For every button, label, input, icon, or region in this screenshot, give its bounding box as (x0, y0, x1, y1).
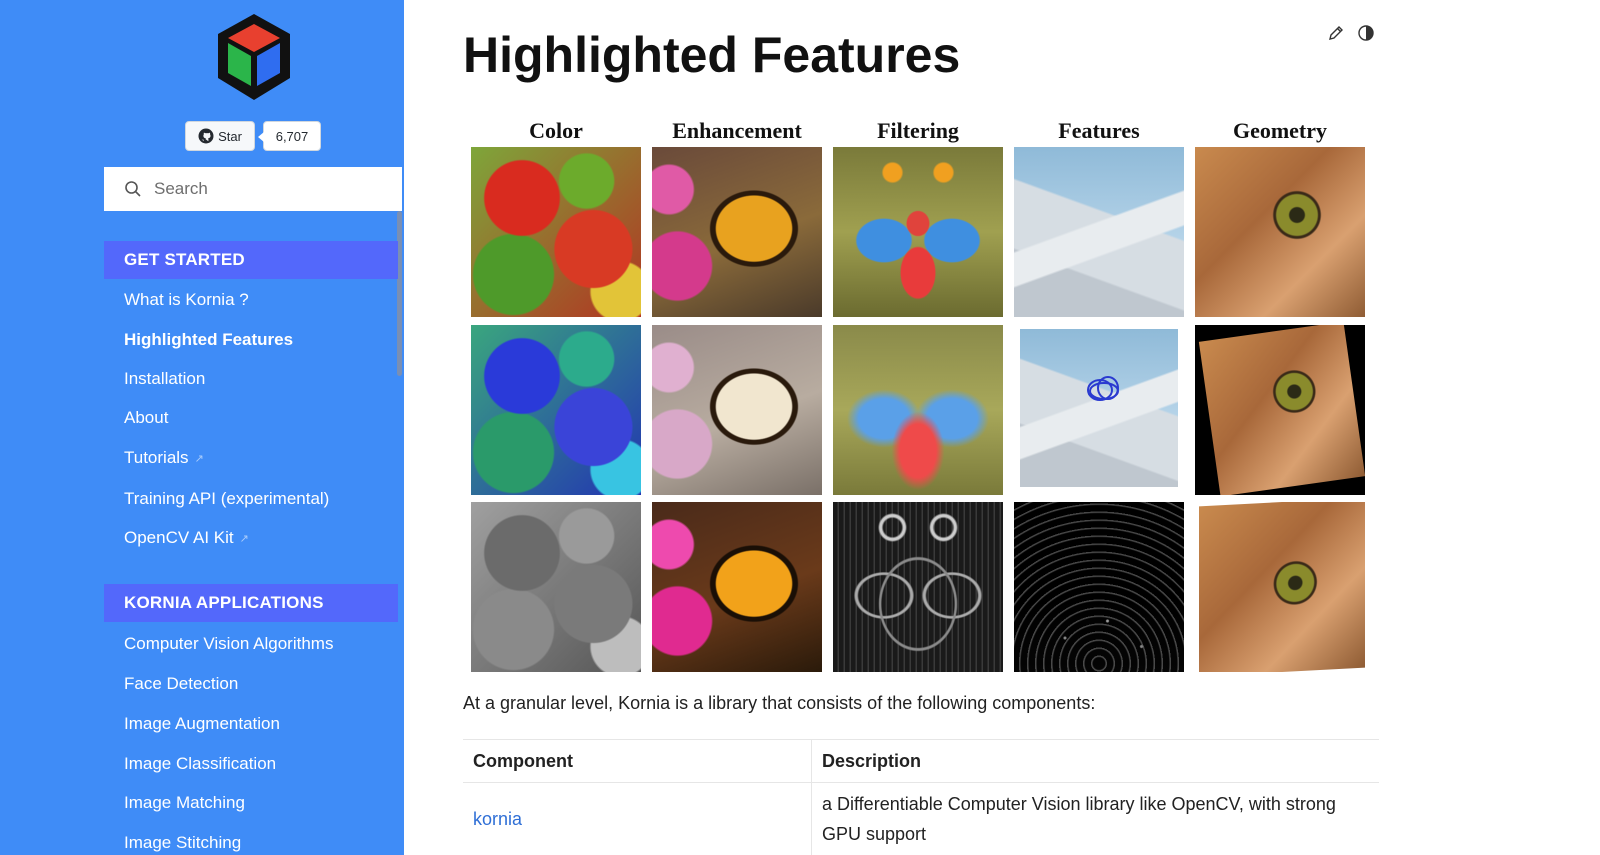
sidebar-item-label: What is Kornia ? (124, 290, 249, 309)
sidebar-item-label: OpenCV AI Kit (124, 528, 234, 547)
sidebar-item-face-detection[interactable]: Face Detection (124, 674, 238, 694)
sidebar: Star 6,707 GET STARTED What is Kornia ? … (0, 0, 404, 855)
sidebar-item-label: Image Matching (124, 793, 245, 812)
sidebar-item-label: Image Stitching (124, 833, 242, 852)
grid-header-filtering: Filtering (877, 118, 959, 143)
github-star-label: Star (218, 128, 242, 144)
table-cell-description: a Differentiable Computer Vision library… (822, 794, 1336, 844)
sidebar-item-computer-vision-algorithms[interactable]: Computer Vision Algorithms (124, 634, 333, 654)
grid-header-geometry: Geometry (1232, 118, 1328, 143)
sidebar-scrollbar[interactable] (397, 211, 402, 376)
sidebar-item-what-is-kornia[interactable]: What is Kornia ? (124, 290, 249, 310)
github-star-button[interactable]: Star (185, 121, 255, 151)
theme-toggle-icon[interactable] (1357, 24, 1375, 42)
sidebar-item-label: Tutorials (124, 448, 189, 467)
sidebar-item-label: Installation (124, 369, 206, 388)
github-icon (198, 128, 214, 144)
sidebar-item-label: Image Classification (124, 754, 277, 773)
grid-header-enhancement: Enhancement (672, 118, 802, 143)
image-mandrill-blurred (833, 325, 1003, 495)
image-butterfly-original (652, 147, 822, 317)
cat-rotated-content (1198, 325, 1365, 495)
image-butterfly-saturated (652, 502, 822, 672)
image-mountain-keypoints (1014, 502, 1184, 672)
sidebar-item-training-api[interactable]: Training API (experimental) (124, 489, 329, 509)
sidebar-item-opencv-ai-kit[interactable]: OpenCV AI Kit ↗ (124, 528, 249, 548)
sidebar-item-label: About (124, 408, 169, 427)
sidebar-item-highlighted-features[interactable]: Highlighted Features (124, 330, 293, 350)
keypoint-markers (1087, 376, 1119, 401)
image-butterfly-enhanced (652, 325, 822, 495)
sidebar-item-image-matching[interactable]: Image Matching (124, 793, 245, 813)
sidebar-item-image-stitching[interactable]: Image Stitching (124, 833, 241, 853)
kornia-logo[interactable] (214, 12, 294, 102)
pencil-icon[interactable] (1327, 24, 1345, 42)
sidebar-item-image-augmentation[interactable]: Image Augmentation (124, 714, 280, 734)
search-box[interactable] (104, 167, 402, 211)
image-mandrill-original (833, 147, 1003, 317)
intro-paragraph: At a granular level, Kornia is a library… (463, 693, 1096, 713)
mountain-thumbnail (1020, 329, 1178, 487)
search-input[interactable] (152, 178, 386, 200)
image-cat-original (1195, 147, 1365, 317)
sidebar-item-label: Face Detection (124, 674, 239, 693)
grid-header-features: Features (1058, 118, 1140, 143)
section-get-started[interactable]: GET STARTED (104, 241, 398, 279)
table-header-row: Component Description (463, 739, 1379, 783)
sidebar-item-about[interactable]: About (124, 408, 168, 428)
components-table: Component Description kornia a Different… (463, 739, 1379, 855)
cat-warped-content (1199, 502, 1365, 672)
sidebar-item-installation[interactable]: Installation (124, 369, 205, 389)
sidebar-item-tutorials[interactable]: Tutorials ↗ (124, 448, 204, 468)
image-mandrill-edges (833, 502, 1003, 672)
table-cell-component: kornia (463, 782, 812, 855)
grid-header-color: Color (529, 118, 583, 143)
sidebar-item-label: Computer Vision Algorithms (124, 634, 334, 653)
image-cat-warped (1195, 502, 1365, 672)
sidebar-item-label: Highlighted Features (124, 330, 294, 349)
sidebar-item-label: Training API (experimental) (124, 489, 330, 508)
image-mountain-features (1014, 325, 1184, 495)
image-peppers-color (471, 325, 641, 495)
image-mountain-original (1014, 147, 1184, 317)
section-kornia-applications[interactable]: KORNIA APPLICATIONS (104, 584, 398, 622)
sidebar-item-image-classification[interactable]: Image Classification (124, 754, 276, 774)
external-link-icon: ↗ (194, 452, 204, 465)
external-link-icon: ↗ (239, 532, 249, 545)
table-row: kornia a Differentiable Computer Vision … (463, 782, 1379, 855)
table-header-component: Component (463, 739, 812, 783)
search-icon (125, 181, 141, 197)
page-title: Highlighted Features (463, 27, 961, 83)
image-cat-rotated (1195, 325, 1365, 495)
github-star-count[interactable]: 6,707 (258, 121, 321, 151)
sidebar-item-label: Image Augmentation (124, 714, 280, 733)
table-header-description: Description (811, 739, 1379, 783)
image-peppers-original (471, 147, 641, 317)
image-peppers-grayscale (471, 502, 641, 672)
component-link-kornia[interactable]: kornia (473, 809, 522, 829)
